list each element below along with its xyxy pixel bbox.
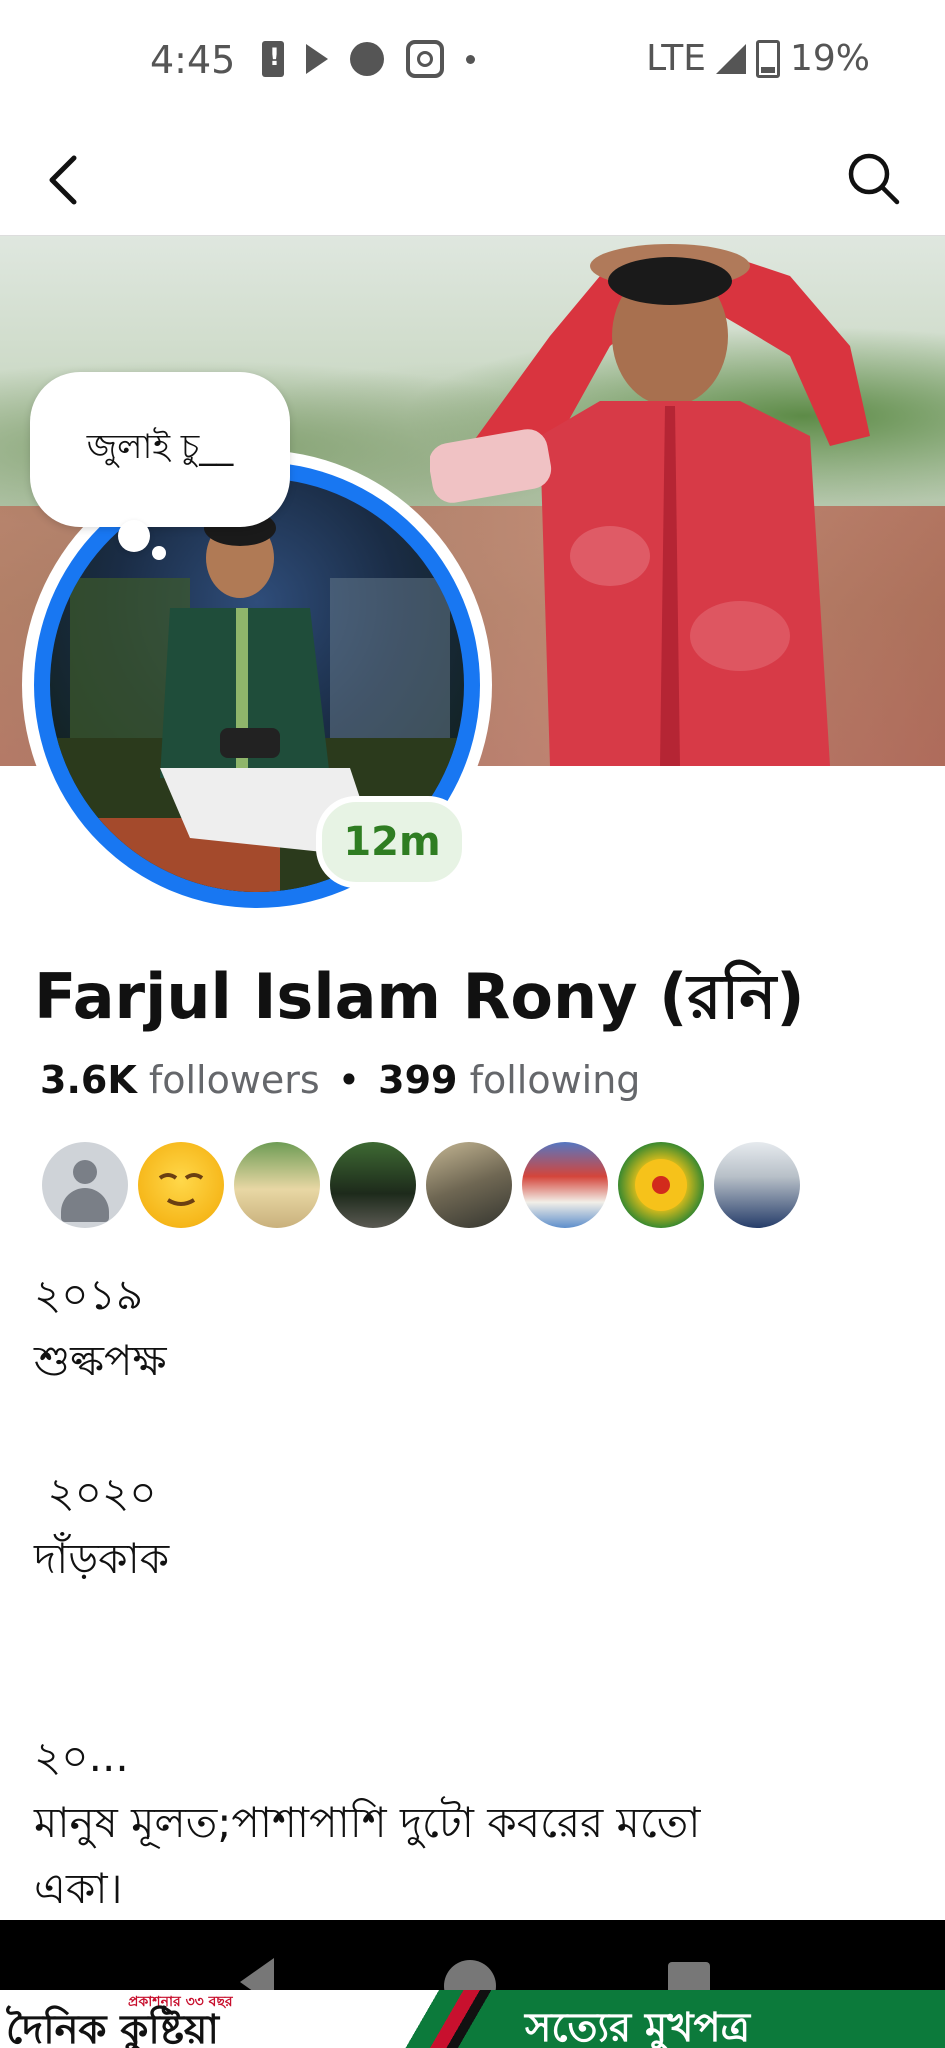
friend-avatar-default[interactable] [42, 1142, 128, 1228]
watermark-right: সত্যের মুখপত্র [505, 1990, 945, 2048]
active-status-text: 12m [343, 819, 441, 865]
friend-avatar[interactable] [522, 1142, 608, 1228]
friend-avatar[interactable] [426, 1142, 512, 1228]
relieved-face-icon [158, 1173, 204, 1206]
note-bubble-tail [118, 520, 150, 552]
note-bubble[interactable]: জুলাই চু__ [30, 372, 290, 527]
profile-page: 4:45 LTE 19% [0, 0, 945, 2048]
watermark-banner: প্রকাশনার ৩৩ বছর দৈনিক কুষ্টিয়া সত্যের … [0, 1990, 945, 2048]
back-button[interactable] [40, 150, 90, 210]
status-notification-icons [262, 40, 475, 78]
bio-line: শুল্কপক্ষ [34, 1336, 167, 1385]
default-avatar-body [61, 1188, 109, 1222]
hibiscus-flower-icon [635, 1159, 687, 1211]
friend-avatar[interactable] [714, 1142, 800, 1228]
friend-avatar-emoji[interactable] [138, 1142, 224, 1228]
profile-name: Farjul Islam Rony (রনি) [34, 960, 805, 1033]
network-type: LTE [646, 38, 706, 79]
following-link[interactable]: 399 following [378, 1058, 640, 1102]
back-arrow-icon [49, 155, 77, 205]
battery-percent: 19% [789, 38, 870, 79]
followers-link[interactable]: 3.6K followers [40, 1058, 320, 1102]
note-bubble-tail-small [152, 546, 166, 560]
app-bar [0, 120, 945, 236]
following-label: following [469, 1058, 641, 1102]
stats-separator: • [337, 1058, 361, 1102]
profile-bio: ২০১৯ শুল্কপক্ষ ২০২০ দাঁড়কাক ২০... মানুষ… [34, 1262, 914, 1922]
bio-line: ২০... [34, 1732, 129, 1781]
followers-label: followers [148, 1058, 320, 1102]
bio-line [34, 1394, 914, 1460]
battery-alert-icon [262, 41, 284, 77]
bio-line: মানুষ মূলত;পাশাপাশি দুটো কবরের মতো [34, 1798, 701, 1847]
friend-avatar[interactable] [234, 1142, 320, 1228]
following-count: 399 [378, 1058, 458, 1102]
friend-avatar-flower[interactable] [618, 1142, 704, 1228]
bio-line: ২০২০ [34, 1468, 157, 1517]
bio-line [34, 1592, 914, 1658]
followers-count: 3.6K [40, 1058, 137, 1102]
app-icon [350, 42, 384, 76]
active-status-badge: 12m [316, 796, 468, 888]
status-bar: 4:45 LTE 19% [0, 0, 945, 120]
search-icon [848, 153, 900, 205]
watermark-right-title: সত্যের মুখপত্র [525, 2005, 751, 2048]
watermark-left: প্রকাশনার ৩৩ বছর দৈনিক কুষ্টিয়া [0, 1990, 420, 2048]
follow-stats: 3.6K followers • 399 following [40, 1058, 640, 1102]
battery-icon [755, 39, 780, 78]
notification-dot-icon [466, 54, 475, 64]
mutual-friends-avatars [42, 1142, 800, 1228]
bio-line: ২০১৯ [34, 1270, 144, 1319]
instagram-icon [406, 40, 444, 78]
watermark-stripes [390, 1990, 520, 2048]
system-nav-bar [0, 1920, 945, 2012]
signal-icon [715, 43, 746, 74]
default-avatar-icon [73, 1160, 97, 1184]
status-time: 4:45 [150, 38, 236, 82]
play-store-icon [306, 44, 328, 74]
status-system-icons: LTE 19% [646, 38, 870, 79]
bio-line: দাঁড়কাক [34, 1534, 170, 1583]
watermark-left-title: দৈনিক কুষ্টিয়া [6, 2007, 219, 2048]
cover-person-figure [430, 244, 870, 766]
friend-avatar[interactable] [330, 1142, 416, 1228]
bio-line [34, 1658, 914, 1724]
search-button[interactable] [843, 148, 903, 208]
note-text: জুলাই চু__ [86, 427, 234, 467]
bio-line: একা। [34, 1864, 123, 1913]
